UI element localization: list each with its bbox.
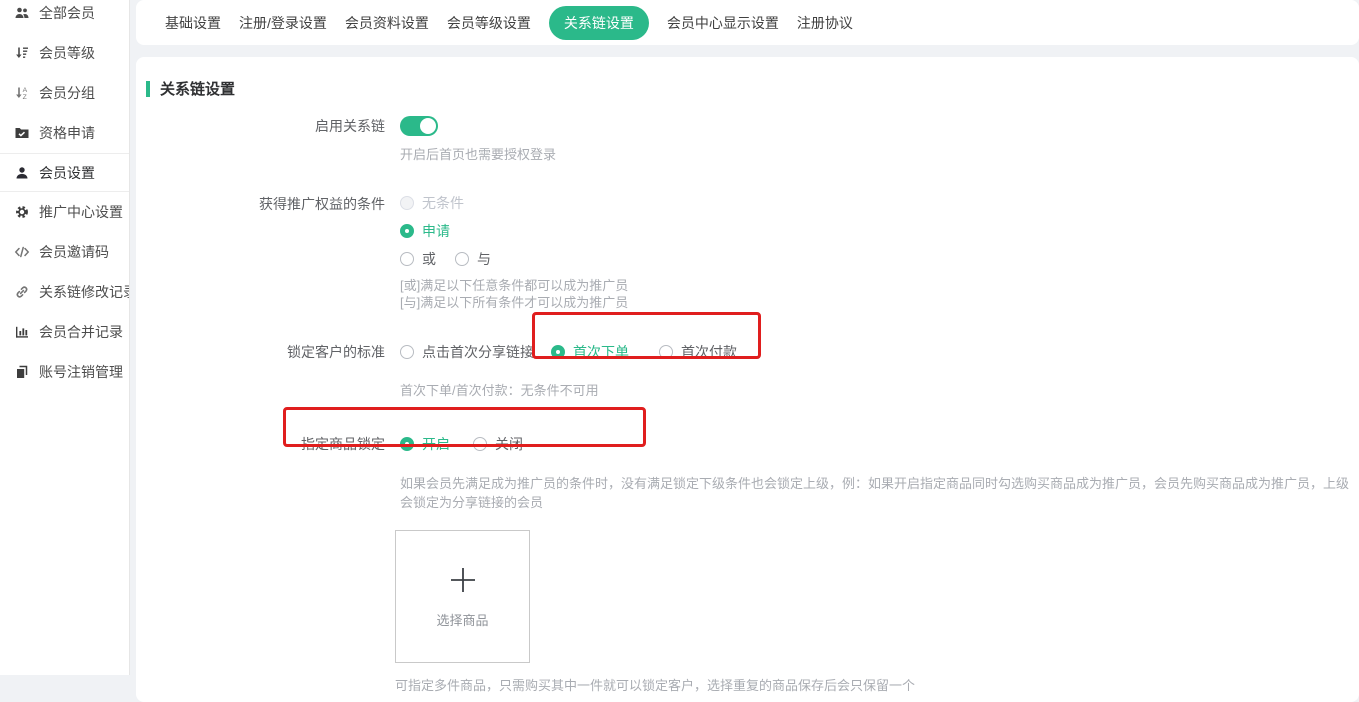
- section-title: 关系链设置: [160, 78, 235, 99]
- radio-label: 与: [477, 248, 491, 270]
- radio-label: 首次下单: [573, 341, 629, 363]
- code-icon: [14, 244, 30, 260]
- plus-icon: [448, 565, 478, 595]
- folder-check-icon: [14, 125, 30, 141]
- sidebar-item-member-settings[interactable]: 会员设置: [0, 153, 129, 192]
- main-area: 基础设置 注册/登录设置 会员资料设置 会员等级设置 关系链设置 会员中心显示设…: [136, 0, 1359, 702]
- settings-tab-bar: 基础设置 注册/登录设置 会员资料设置 会员等级设置 关系链设置 会员中心显示设…: [136, 0, 1359, 45]
- sidebar-item-all-members[interactable]: 全部会员: [0, 0, 129, 33]
- sidebar-item-label: 会员等级: [39, 43, 95, 63]
- enable-chain-control: [400, 115, 438, 137]
- radio-first-payment[interactable]: 首次付款: [659, 341, 737, 363]
- bar-chart-icon: [14, 324, 30, 340]
- tab-register-login-settings[interactable]: 注册/登录设置: [239, 13, 327, 33]
- users-icon: [14, 5, 30, 21]
- sidebar-item-label: 推广中心设置: [39, 202, 123, 222]
- sidebar-item-member-group[interactable]: AZ 会员分组: [0, 73, 129, 113]
- product-picker-help: 可指定多件商品，只需购买其中一件就可以锁定客户，选择重复的商品保存后会只保留一个: [395, 675, 1359, 694]
- section-header: 关系链设置: [146, 78, 1359, 99]
- promotion-condition-control: 无条件 申请 或 与: [400, 193, 628, 311]
- radio-circle-icon: [455, 252, 469, 266]
- copy-icon: [14, 364, 30, 380]
- user-icon: [14, 165, 30, 181]
- sidebar-item-label: 资格申请: [39, 123, 95, 143]
- tab-member-center-display-settings[interactable]: 会员中心显示设置: [667, 13, 779, 33]
- section-accent-bar: [146, 81, 150, 97]
- sidebar-item-label: 全部会员: [39, 3, 95, 23]
- radio-or[interactable]: 或: [400, 248, 436, 270]
- link-icon: [14, 284, 30, 300]
- sidebar-item-label: 关系链修改记录: [39, 282, 129, 302]
- radio-product-lock-off[interactable]: 关闭: [473, 433, 523, 455]
- radio-circle-icon: [400, 252, 414, 266]
- row-promotion-condition: 获得推广权益的条件 无条件 申请 或: [136, 193, 1359, 311]
- enable-chain-label: 启用关系链: [136, 115, 400, 137]
- sidebar-item-member-level[interactable]: 会员等级: [0, 33, 129, 73]
- row-lock-standard: 锁定客户的标准 点击首次分享链接 首次下单 首次付款: [136, 341, 1359, 363]
- sidebar-item-label: 会员合并记录: [39, 322, 123, 342]
- radio-apply[interactable]: 申请: [400, 220, 450, 242]
- select-product-label: 选择商品: [436, 610, 488, 629]
- radio-circle-icon: [473, 437, 487, 451]
- radio-label: 关闭: [495, 433, 523, 455]
- sidebar-item-merge-log[interactable]: 会员合并记录: [0, 312, 129, 352]
- lock-standard-help: 首次下单/首次付款：无条件不可用: [400, 380, 1359, 399]
- condition-help-or: [或]满足以下任意条件都可以成为推广员: [400, 277, 628, 294]
- sidebar-item-label: 账号注销管理: [39, 362, 123, 382]
- row-product-lock: 指定商品锁定 开启 关闭: [136, 433, 1359, 455]
- product-lock-help: 如果会员先满足成为推广员的条件时，没有满足锁定下级条件也会锁定上级，例：如果开启…: [400, 473, 1359, 511]
- radio-label: 申请: [422, 220, 450, 242]
- product-lock-control: 开启 关闭: [400, 434, 523, 454]
- enable-chain-help: 开启后首页也需要授权登录: [400, 144, 1359, 163]
- radio-circle-icon: [659, 345, 673, 359]
- radio-label: 首次付款: [681, 341, 737, 363]
- rank-sort-icon: [14, 45, 30, 61]
- row-enable-chain: 启用关系链: [136, 115, 1359, 137]
- tab-registration-agreement[interactable]: 注册协议: [797, 13, 853, 33]
- sidebar-item-account-cancellation[interactable]: 账号注销管理: [0, 352, 129, 392]
- lock-standard-label: 锁定客户的标准: [136, 341, 400, 363]
- enable-chain-toggle[interactable]: [400, 116, 438, 136]
- svg-text:Z: Z: [23, 94, 27, 101]
- sidebar-item-label: 会员设置: [39, 163, 95, 183]
- sidebar-item-qualification[interactable]: 资格申请: [0, 113, 129, 153]
- condition-help-and: [与]满足以下所有条件才可以成为推广员: [400, 294, 628, 311]
- radio-circle-icon: [400, 437, 414, 451]
- radio-circle-icon: [400, 345, 414, 359]
- sidebar-item-label: 会员分组: [39, 83, 95, 103]
- sort-alpha-icon: AZ: [14, 85, 30, 101]
- tab-member-profile-settings[interactable]: 会员资料设置: [345, 13, 429, 33]
- sidebar: 全部会员 会员等级 AZ 会员分组 资格申请 会员设置: [0, 0, 130, 675]
- option-line: 或 与: [400, 249, 628, 269]
- select-product-button[interactable]: 选择商品: [395, 530, 530, 663]
- radio-first-order[interactable]: 首次下单: [551, 341, 629, 363]
- promotion-condition-label: 获得推广权益的条件: [136, 193, 400, 215]
- toggle-knob: [420, 118, 436, 134]
- radio-circle-icon: [400, 224, 414, 238]
- radio-no-condition[interactable]: 无条件: [400, 192, 464, 214]
- sidebar-item-chain-modify-log[interactable]: 关系链修改记录: [0, 272, 129, 312]
- gear-icon: [14, 204, 30, 220]
- radio-circle-icon: [551, 345, 565, 359]
- radio-product-lock-on[interactable]: 开启: [400, 433, 450, 455]
- tab-member-level-settings[interactable]: 会员等级设置: [447, 13, 531, 33]
- sidebar-item-label: 会员邀请码: [39, 242, 109, 262]
- tab-basic-settings[interactable]: 基础设置: [165, 13, 221, 33]
- sidebar-menu: 全部会员 会员等级 AZ 会员分组 资格申请 会员设置: [0, 0, 129, 392]
- tab-relation-chain-settings[interactable]: 关系链设置: [549, 6, 649, 40]
- radio-label: 无条件: [422, 192, 464, 214]
- radio-and[interactable]: 与: [455, 248, 491, 270]
- radio-label: 开启: [422, 433, 450, 455]
- option-line: 无条件: [400, 193, 628, 213]
- lock-standard-control: 点击首次分享链接 首次下单 首次付款: [400, 342, 737, 362]
- radio-first-share-link[interactable]: 点击首次分享链接: [400, 341, 534, 363]
- settings-panel: 关系链设置 启用关系链 开启后首页也需要授权登录 获得推广权益的条件 无条件: [136, 57, 1359, 702]
- radio-circle-icon: [400, 196, 414, 210]
- sidebar-item-promotion-center[interactable]: 推广中心设置: [0, 192, 129, 232]
- radio-label: 或: [422, 248, 436, 270]
- sidebar-item-invite-code[interactable]: 会员邀请码: [0, 232, 129, 272]
- option-line: 申请: [400, 221, 628, 241]
- radio-label: 点击首次分享链接: [422, 341, 534, 363]
- product-lock-label: 指定商品锁定: [136, 433, 400, 455]
